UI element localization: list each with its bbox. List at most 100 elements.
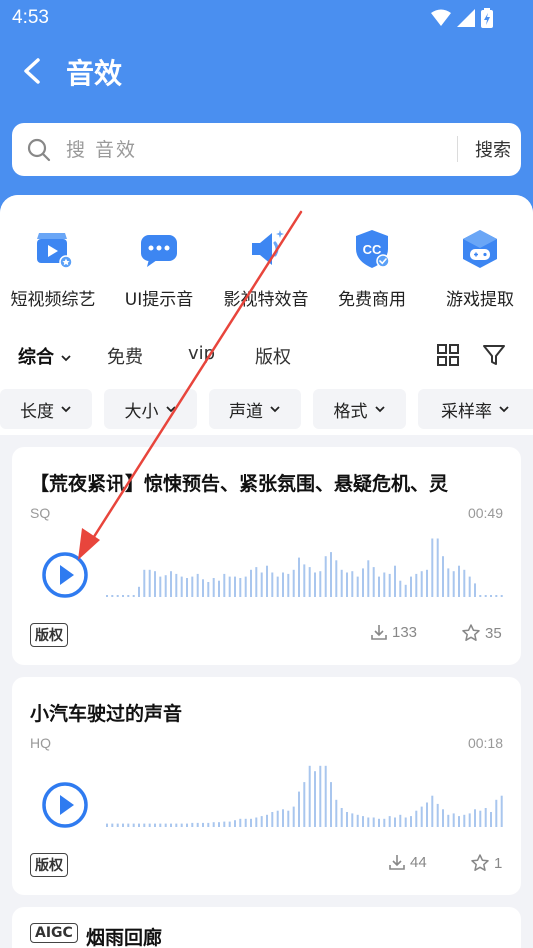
waveform-bar <box>372 567 375 597</box>
waveform-bar <box>500 595 503 597</box>
waveform-bar <box>484 595 487 597</box>
tab-comprehensive[interactable]: 综合 <box>18 343 72 369</box>
category-ui-sounds[interactable]: UI提示音 <box>104 227 214 310</box>
waveform-bar <box>271 812 274 827</box>
favorite-count[interactable]: 35 <box>461 623 502 643</box>
waveform-bar <box>159 576 162 597</box>
clapperboard-icon <box>37 233 73 269</box>
waveform-bar <box>458 816 460 827</box>
category-free-commercial[interactable]: CC 免费商用 <box>317 227 427 310</box>
search-input[interactable] <box>66 132 446 168</box>
waveform-bar <box>351 571 354 597</box>
grid-view-icon[interactable] <box>436 343 460 367</box>
filter-size[interactable]: 大小 <box>104 389 197 429</box>
waveform-bar <box>223 573 226 597</box>
waveform-bar <box>394 565 396 597</box>
waveform-bar <box>111 595 114 597</box>
download-count: 133 <box>370 623 417 641</box>
status-time: 4:53 <box>12 7 49 28</box>
waveform-bar <box>404 817 407 827</box>
waveform-bar <box>330 782 332 827</box>
search-button[interactable]: 搜索 <box>475 136 511 162</box>
waveform-bar <box>474 809 476 827</box>
waveform-bar <box>148 823 151 827</box>
tab-free[interactable]: 免费 <box>107 343 143 369</box>
waveform[interactable] <box>106 757 506 827</box>
waveform-bar <box>436 538 439 597</box>
waveform-bar <box>175 823 178 827</box>
tab-copyright[interactable]: 版权 <box>255 343 291 369</box>
favorite-count[interactable]: 1 <box>470 853 502 873</box>
waveform-bar <box>250 569 252 597</box>
waveform-bar <box>463 569 466 597</box>
waveform-bar <box>362 816 364 827</box>
waveform-bar <box>239 818 242 827</box>
waveform-bar <box>340 569 343 597</box>
chevron-down-icon <box>165 406 176 413</box>
waveform-bar <box>271 572 274 597</box>
page-title: 音效 <box>66 57 123 90</box>
waveform-bar <box>479 810 482 827</box>
filter-length[interactable]: 长度 <box>0 389 92 429</box>
waveform-bar <box>442 809 444 827</box>
tab-vip[interactable]: vip <box>188 343 215 364</box>
sound-card[interactable]: 【荒夜紧讯】惊悚预告、紧张氛围、悬疑危机、灵 SQ 00:49 版权 133 3… <box>12 447 521 665</box>
waveform-bar <box>308 567 311 597</box>
back-button[interactable] <box>16 52 50 90</box>
waveform-bar <box>324 556 327 597</box>
waveform-bar <box>186 823 188 827</box>
waveform-bar <box>260 572 263 597</box>
category-label: 游戏提取 <box>446 290 514 310</box>
filter-sample-rate[interactable]: 采样率 <box>418 389 533 429</box>
waveform-bar <box>175 573 178 597</box>
waveform-bar <box>196 822 199 827</box>
waveform-bar <box>164 575 167 597</box>
category-label: 影视特效音 <box>223 290 309 310</box>
waveform-bar <box>474 583 476 597</box>
sound-card[interactable]: AIGC 烟雨回廊 <box>12 907 521 948</box>
signal-icon <box>457 9 475 27</box>
waveform-bar <box>191 822 194 827</box>
filter-label: 长度 <box>20 401 54 422</box>
waveform-bar <box>202 579 204 597</box>
waveform-bar <box>244 576 247 597</box>
status-bar: 4:53 <box>0 0 533 38</box>
download-icon <box>371 625 387 640</box>
waveform-bar <box>410 816 412 827</box>
chat-bubble-icon <box>141 235 177 267</box>
waveform-bar <box>399 814 402 827</box>
waveform-bar <box>426 802 428 827</box>
search-divider <box>457 136 458 162</box>
waveform-bar <box>367 560 370 597</box>
waveform-bar <box>490 812 492 827</box>
waveform-bar <box>404 584 407 597</box>
waveform[interactable] <box>106 527 506 597</box>
waveform-bar <box>287 573 290 597</box>
waveform-bar <box>383 572 386 597</box>
waveform-bar <box>298 791 300 827</box>
quality-label: SQ <box>30 505 51 521</box>
waveform-bar <box>122 595 124 597</box>
play-button[interactable] <box>41 551 89 599</box>
aigc-badge: AIGC <box>30 923 78 943</box>
waveform-bar <box>116 823 119 827</box>
download-count-value: 44 <box>410 853 427 871</box>
filter-icon[interactable] <box>482 343 506 367</box>
waveform-bar <box>415 810 418 827</box>
speaker-icon <box>252 230 284 265</box>
filter-format[interactable]: 格式 <box>313 389 406 429</box>
category-game-extract[interactable]: 游戏提取 <box>425 227 533 310</box>
chevron-left-icon <box>24 58 40 84</box>
category-short-video[interactable]: 短视频综艺 <box>0 227 108 310</box>
play-button[interactable] <box>41 781 89 829</box>
filter-channel[interactable]: 声道 <box>209 389 301 429</box>
filter-row: 长度 大小 声道 格式 采样率 <box>0 389 533 429</box>
waveform-bar <box>138 586 140 597</box>
waveform-bar <box>314 771 316 827</box>
game-cube-icon <box>463 230 497 268</box>
favorite-count-value: 1 <box>494 854 503 872</box>
waveform-bar <box>228 821 231 827</box>
sound-card[interactable]: 小汽车驶过的声音 HQ 00:18 版权 44 1 <box>12 677 521 895</box>
category-film-effects[interactable]: 影视特效音 <box>211 227 321 310</box>
waveform-bar <box>426 569 428 597</box>
